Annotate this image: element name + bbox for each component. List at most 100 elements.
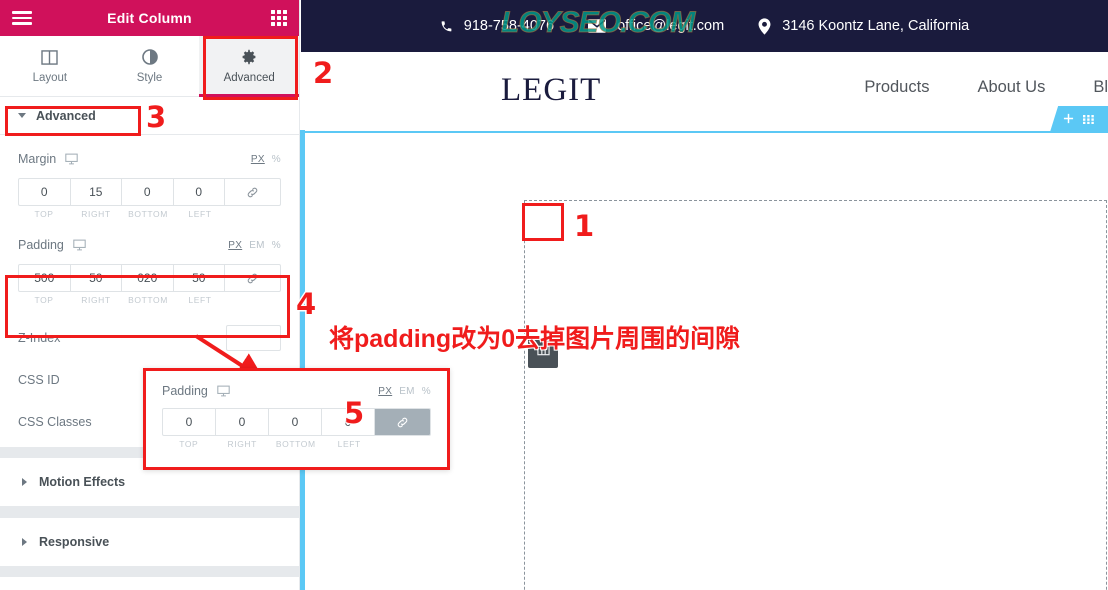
panel-scrollbar[interactable] [300,130,305,590]
tab-advanced[interactable]: Advanced [199,36,299,97]
section-divider-middle [0,507,299,517]
padding-left-label: LEFT [188,295,212,305]
padding-unit-em[interactable]: EM [249,240,265,251]
popup-padding-right-input[interactable] [216,409,268,435]
popup-padding-top-input[interactable] [163,409,215,435]
padding-top-label: TOP [34,295,54,305]
panel-tabs: Layout Style Advanced [0,36,299,97]
margin-label: Margin [18,152,57,166]
tab-layout-label: Layout [32,71,68,84]
popup-padding-unit-em[interactable]: EM [399,386,415,397]
padding-unit-px[interactable]: PX [228,240,242,251]
margin-bottom-input[interactable] [122,179,173,205]
tab-layout[interactable]: Layout [0,36,100,96]
website-preview: 918-758-4076 office@legit.com 3146 Koont… [301,0,1108,590]
z-index-label: Z-Index [18,331,61,345]
margin-labels-spacer [226,209,281,219]
popup-padding-top: Padding PX EM % [162,381,431,401]
topbar-address-text: 3146 Koontz Lane, California [782,18,970,34]
margin-bottom-cell [122,179,174,205]
margin-right-input[interactable] [70,179,121,205]
site-logo[interactable]: LEGIT [501,72,601,109]
popup-padding-bottom-label: BOTTOM [275,439,316,449]
padding-unit-percent[interactable]: % [272,240,281,251]
margin-top-label: TOP [34,209,54,219]
padding-left-cell [173,265,225,291]
margin-bottom-label: BOTTOM [128,209,168,219]
popup-padding-bottom-input[interactable] [269,409,321,435]
padding-left-input[interactable] [173,265,224,291]
map-pin-icon [758,17,771,35]
topbar-phone-text: 918-758-4076 [463,18,555,34]
tab-style[interactable]: Style [100,36,200,96]
popup-padding-top-label: TOP [179,439,199,449]
responsive-section[interactable]: Responsive [0,517,299,567]
padding-bottom-label: BOTTOM [128,295,168,305]
padding-right-label: RIGHT [81,295,111,305]
popup-padding-right-cell [216,409,269,435]
margin-unit-px[interactable]: PX [251,154,265,165]
margin-link-values-button[interactable] [225,179,280,205]
desktop-icon[interactable] [65,153,78,165]
editor-canvas: 将padding改为0去掉图片周围的间隙 [301,133,1108,590]
padding-popup-overlay: Padding PX EM % 0 0 0 0 TOP RIGHT BOTTOM… [143,368,450,470]
margin-units: PX % [251,154,281,165]
instruction-annotation-text: 将padding改为0去掉图片周围的间隙 [329,325,741,353]
desktop-icon[interactable] [217,385,230,397]
nav-link-about-us[interactable]: About Us [977,78,1045,97]
padding-top-cell [19,265,71,291]
site-contact-topbar: 918-758-4076 office@legit.com 3146 Koont… [301,0,1108,52]
z-index-field-row: Z-Index [18,317,281,359]
popup-padding-side-labels: TOP RIGHT BOTTOM LEFT [162,439,431,449]
site-navigation: LEGIT Products About Us Bl [301,52,1108,130]
popup-padding-link-values-button[interactable] [375,409,430,435]
padding-labels-spacer [226,295,281,305]
padding-right-input[interactable] [70,265,121,291]
margin-top-cell [19,179,71,205]
css-classes-label: CSS Classes [18,415,92,429]
padding-link-values-button[interactable] [225,265,280,291]
padding-bottom-cell [122,265,174,291]
margin-top-input[interactable] [19,179,70,205]
link-chain-icon [247,187,258,197]
chevron-down-icon [18,113,26,118]
padding-label: Padding [18,238,64,252]
gear-icon [241,49,257,66]
nav-link-blog[interactable]: Bl [1093,78,1108,97]
phone-icon [440,19,453,34]
margin-unit-percent[interactable]: % [272,154,281,165]
nav-link-products[interactable]: Products [864,78,929,97]
margin-control-top: Margin PX % [18,149,281,169]
grid-dots-icon[interactable] [1083,112,1095,127]
margin-left-label: LEFT [188,209,212,219]
padding-control: Padding PX EM % 500 50 020 50 TOP RIGHT … [18,235,281,305]
annotation-marker-4: 4 [296,287,317,321]
popup-padding-units: PX EM % [378,386,431,397]
hamburger-icon[interactable] [12,11,32,25]
popup-padding-unit-px[interactable]: PX [378,386,392,397]
desktop-icon[interactable] [73,239,86,251]
column-outline[interactable] [524,200,1107,590]
chevron-right-icon [22,478,27,486]
popup-padding-bottom-cell [269,409,322,435]
margin-left-input[interactable] [173,179,224,205]
padding-top-input[interactable] [19,265,70,291]
margin-inputs [18,178,281,206]
link-chain-icon [397,417,408,427]
padding-bottom-input[interactable] [122,265,173,291]
popup-padding-inputs [162,408,431,436]
chevron-right-icon [22,538,27,546]
tab-advanced-label: Advanced [223,71,275,84]
annotation-marker-2: 2 [313,56,334,90]
margin-right-cell [70,179,122,205]
popup-padding-unit-percent[interactable]: % [422,386,431,397]
grid-apps-icon[interactable] [271,10,287,26]
z-index-input[interactable] [226,325,281,351]
topbar-address[interactable]: 3146 Koontz Lane, California [758,17,970,35]
section-edit-tab[interactable] [1050,106,1108,132]
margin-left-cell [173,179,225,205]
topbar-phone[interactable]: 918-758-4076 [440,18,554,34]
topbar-email[interactable]: office@legit.com [588,18,724,34]
plus-icon[interactable] [1063,112,1074,127]
layout-columns-icon [41,49,59,66]
